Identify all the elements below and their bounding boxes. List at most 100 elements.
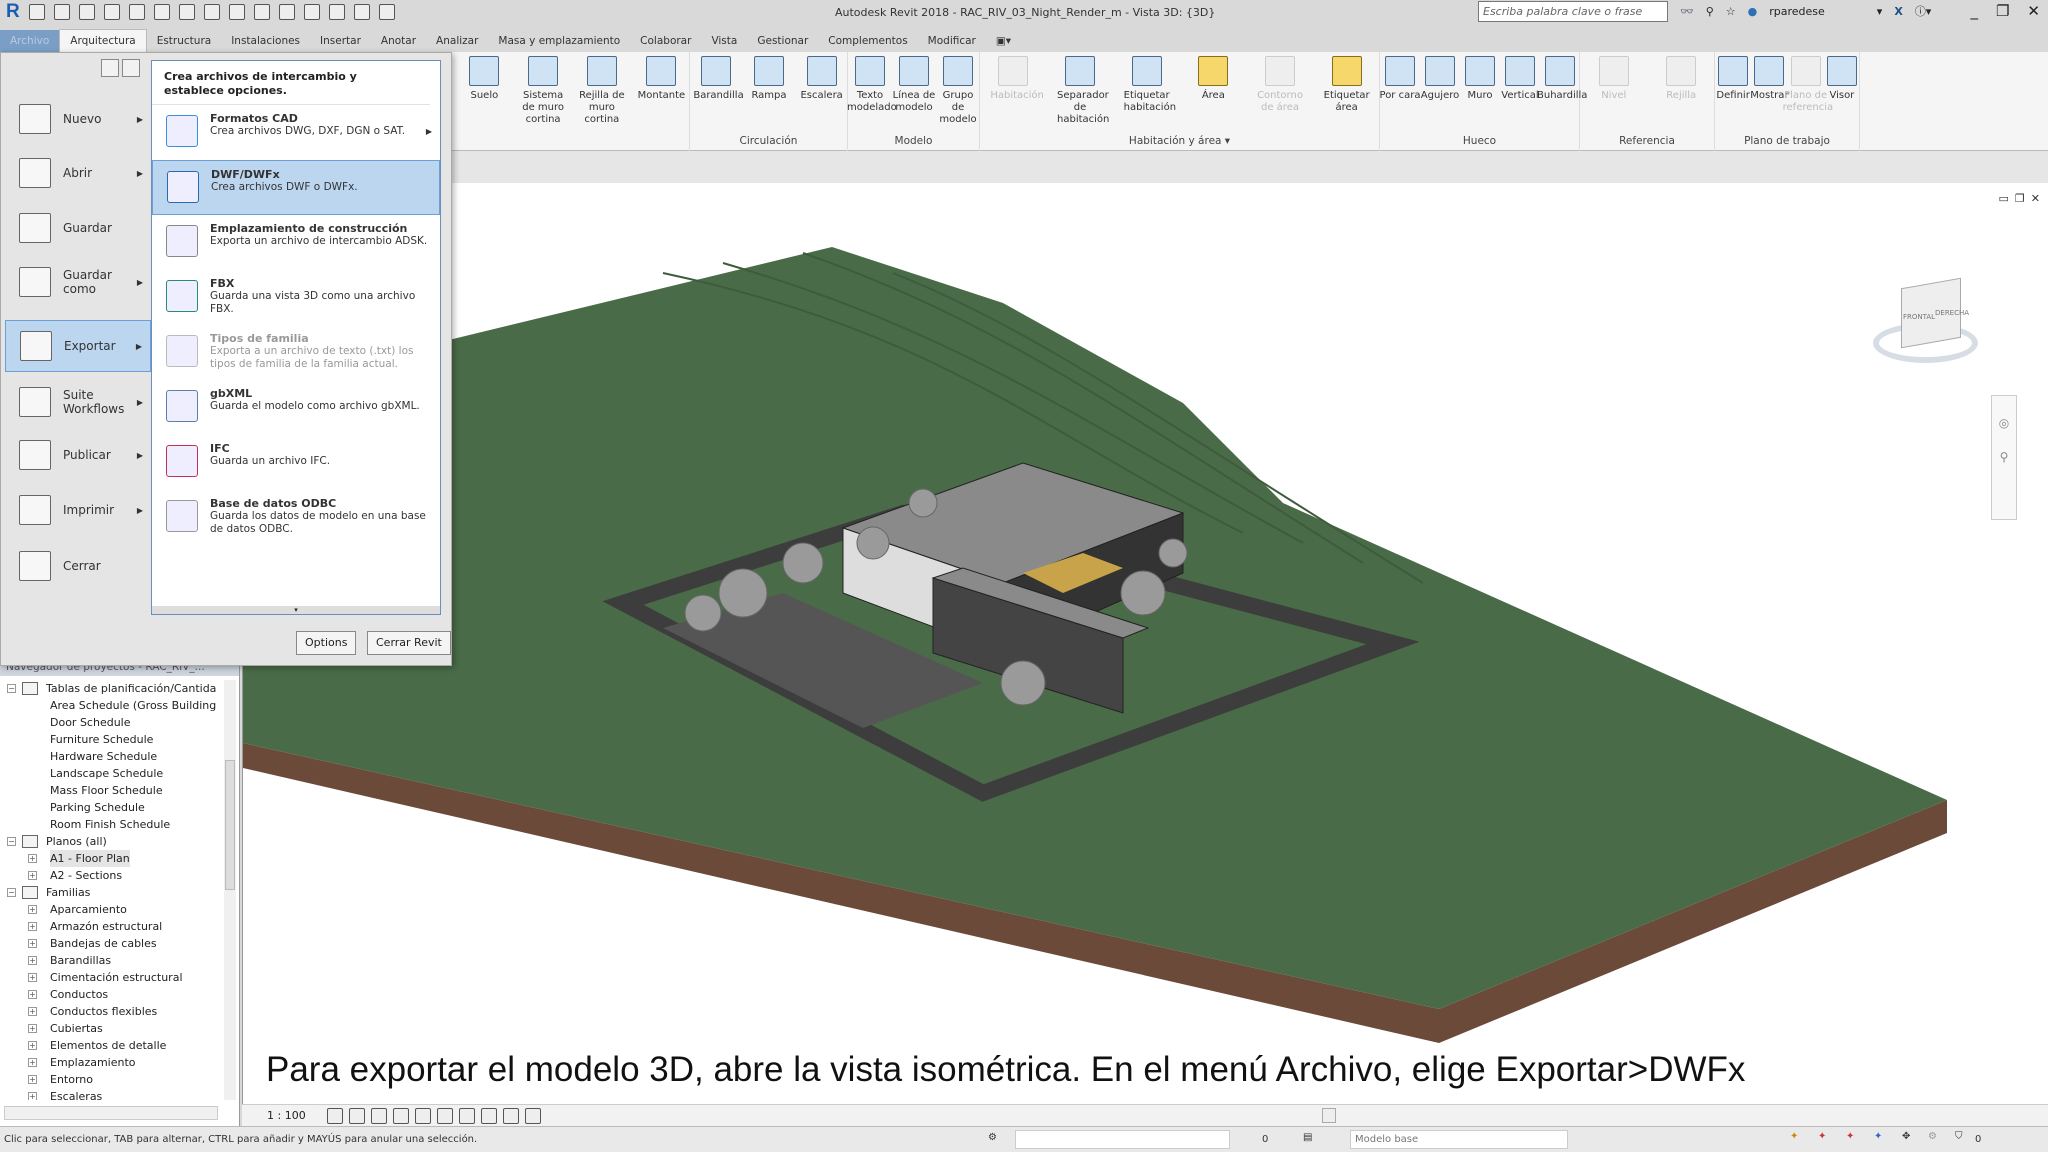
expand-icon[interactable]: + [28,1041,37,1050]
workset-select[interactable] [1015,1130,1230,1149]
tree-node[interactable]: Parking Schedule [0,799,224,816]
tree-node[interactable]: + A2 - Sections [0,867,224,884]
tab-gestionar[interactable]: Gestionar [747,30,818,52]
recent-documents-icon[interactable] [101,59,119,77]
menu-item-imprimir[interactable]: Imprimir ▶ [5,484,151,536]
undo-icon[interactable] [103,4,120,20]
ribbon-button-habitación[interactable]: Habitación [990,56,1044,102]
search-input[interactable]: Escriba palabra clave o frase [1478,1,1668,22]
view-cube[interactable]: FRONTAL DERECHA [1863,273,1983,373]
design-options-icon[interactable]: ▤ [1303,1132,1312,1143]
subscription-icon[interactable]: ⚲ [1706,5,1714,18]
menu-item-guardar-como[interactable]: Guardar como ▶ [5,256,151,308]
tree-node[interactable]: + Cimentación estructural [0,969,224,986]
tree-node[interactable]: Door Schedule [0,714,224,731]
restore-icon[interactable]: ❐ [1996,2,2009,20]
ribbon-button-barandilla[interactable]: Barandilla [693,56,744,102]
browser-vertical-scrollbar[interactable] [224,680,236,1100]
exit-revit-button[interactable]: Cerrar Revit [367,631,451,655]
menu-item-cerrar[interactable]: Cerrar [5,540,151,592]
redo-icon[interactable] [128,4,145,20]
tree-node[interactable]: − Familias [0,884,224,901]
background-processes-icon[interactable]: ⚙ [1928,1131,1937,1142]
detail-level-icon[interactable] [327,1108,343,1124]
panel-toggle-icon[interactable]: ▣▾ [986,30,1021,52]
sync-icon[interactable] [78,4,95,20]
open-documents-icon[interactable] [122,59,140,77]
ribbon-button-rejilla[interactable]: Rejilla [1658,56,1704,102]
browser-horizontal-scrollbar[interactable] [4,1106,218,1120]
tree-node[interactable]: + Conductos flexibles [0,1003,224,1020]
menu-item-publicar[interactable]: Publicar ▶ [5,429,151,481]
crop-view-icon[interactable] [437,1108,453,1124]
tree-node[interactable]: + Cubiertas [0,1020,224,1037]
minimize-icon[interactable]: _ [1970,2,1978,20]
thin-lines-icon[interactable] [328,4,345,20]
menu-item-guardar[interactable]: Guardar [5,202,151,254]
tab-insertar[interactable]: Insertar [310,30,371,52]
chevron-down-icon[interactable]: ▾ [1877,5,1883,18]
select-pinned-icon[interactable]: ✦ [1846,1131,1854,1142]
export-item-ifc[interactable]: IFC Guarda un archivo IFC. [152,435,440,490]
tag-icon[interactable] [228,4,245,20]
tree-node[interactable]: + Escaleras [0,1088,224,1100]
tree-node[interactable]: − Planos (all) [0,833,224,850]
revit-logo-icon[interactable]: R [6,2,20,21]
export-item-emplazamiento-de-construcci-n[interactable]: Emplazamiento de construcción Exporta un … [152,215,440,270]
minimize-view-icon[interactable]: ▭ [1999,192,2009,205]
tree-node[interactable]: Mass Floor Schedule [0,782,224,799]
favorites-icon[interactable]: ☆ [1726,5,1736,18]
tree-node[interactable]: + Armazón estructural [0,918,224,935]
filter-icon[interactable]: ⛉ [1955,1131,1963,1142]
expand-icon[interactable]: + [28,871,37,880]
ribbon-button-contorno-de-área[interactable]: Contorno de área [1257,56,1303,114]
ribbon-button-visor[interactable]: Visor [1819,56,1865,102]
ribbon-button-separador-de-habitación[interactable]: Separador de habitación [1057,56,1109,126]
expand-icon[interactable]: + [28,973,37,982]
close-view-icon[interactable]: ✕ [2031,192,2040,205]
export-item-base-de-datos-odbc[interactable]: Base de datos ODBC Guarda los datos de mo… [152,490,440,545]
worksets-icon[interactable]: ⚙ [988,1132,997,1143]
scroll-down-button[interactable]: ▾ [152,606,440,614]
ribbon-button-línea-de-modelo[interactable]: Línea de modelo [891,56,937,114]
3d-view-icon[interactable] [278,4,295,20]
ribbon-button-buhardilla[interactable]: Buhardilla [1537,56,1587,102]
dimension-icon[interactable] [203,4,220,20]
tab-vista[interactable]: Vista [701,30,747,52]
ribbon-button-área[interactable]: Área [1190,56,1236,102]
steering-wheel-icon[interactable]: ◎ [1992,416,2016,430]
options-button[interactable]: Options [296,631,357,655]
tree-node[interactable]: + A1 - Floor Plan [0,850,224,867]
tree-node[interactable]: + Bandejas de cables [0,935,224,952]
ribbon-button-rejilla-de-muro-cortina[interactable]: Rejilla de muro cortina [579,56,625,126]
text-icon[interactable] [253,4,270,20]
tree-node[interactable]: − Tablas de planificación/Cantida [0,680,224,697]
select-by-face-icon[interactable]: ✦ [1874,1131,1882,1142]
ribbon-button-etiquetar-área[interactable]: Etiquetar área [1324,56,1370,114]
sun-path-icon[interactable] [371,1108,387,1124]
section-icon[interactable] [303,4,320,20]
ribbon-button-suelo[interactable]: Suelo [461,56,507,102]
tab-archivo[interactable]: Archivo [0,30,60,52]
drag-on-selection-icon[interactable]: ✥ [1902,1131,1910,1142]
expand-icon[interactable]: + [28,990,37,999]
ribbon-button-sistema-de-muro-cortina[interactable]: Sistema de muro cortina [520,56,566,126]
select-links-icon[interactable]: ✦ [1790,1131,1798,1142]
save-icon[interactable] [53,4,70,20]
view-cube-front[interactable]: FRONTAL [1903,313,1935,321]
menu-item-suite-workflows[interactable]: Suite Workflows ▶ [5,376,151,428]
export-item-fbx[interactable]: FBX Guarda una vista 3D como una archivo … [152,270,440,325]
user-name[interactable]: rparedese [1769,5,1825,18]
collapse-icon[interactable]: − [7,888,16,897]
expand-icon[interactable]: + [28,905,37,914]
view-cube-right[interactable]: DERECHA [1935,309,1969,317]
switch-windows-icon[interactable] [378,4,395,20]
tree-node[interactable]: + Barandillas [0,952,224,969]
ribbon-button-texto-modelado[interactable]: Texto modelado [847,56,897,114]
expand-icon[interactable]: + [28,1024,37,1033]
open-icon[interactable] [28,4,45,20]
binoculars-icon[interactable]: 👓 [1680,5,1694,18]
tree-node[interactable]: Hardware Schedule [0,748,224,765]
expand-icon[interactable]: + [28,939,37,948]
menu-item-exportar[interactable]: Exportar ▶ [5,320,151,372]
